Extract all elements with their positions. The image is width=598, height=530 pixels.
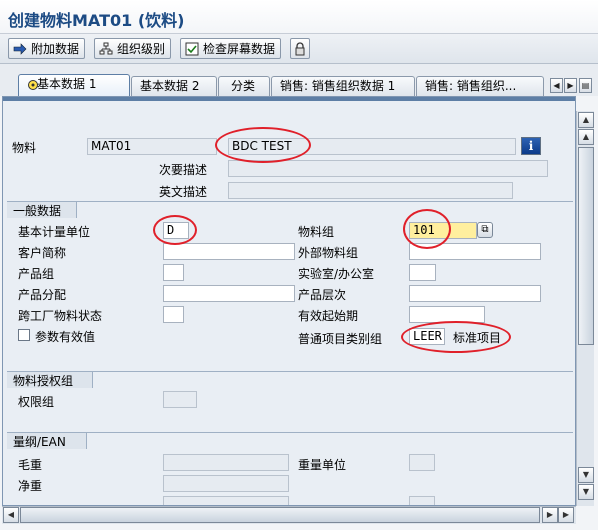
- check-screen-data-button[interactable]: 检查屏幕数据: [180, 38, 282, 59]
- customer-abbr-field[interactable]: [163, 243, 295, 260]
- material-number-field: MAT01: [87, 138, 217, 155]
- vertical-scrollbar[interactable]: ▲ ▲ ▼ ▼: [576, 111, 594, 506]
- weight-unit-label: 重量单位: [298, 458, 347, 472]
- volume-field[interactable]: [163, 496, 289, 505]
- scroll-page-up-button[interactable]: ▲: [578, 129, 594, 145]
- product-group-label: 产品组: [18, 267, 55, 281]
- volume-unit-field[interactable]: [409, 496, 435, 505]
- info-button[interactable]: i: [521, 137, 541, 155]
- secondary-description-label: 次要描述: [159, 163, 208, 177]
- horizontal-scroll-thumb[interactable]: [20, 507, 540, 523]
- check-screen-icon: [185, 42, 199, 56]
- net-weight-field[interactable]: [163, 475, 289, 492]
- material-group-field[interactable]: 101: [409, 222, 477, 239]
- secondary-description-field: [228, 160, 548, 177]
- param-effectivity-label: 参数有效值: [35, 330, 96, 344]
- general-data-title: 一般数据: [7, 201, 77, 218]
- weight-unit-field[interactable]: [409, 454, 435, 471]
- basic-data-panel: 物料 MAT01 BDC TEST i 次要描述 英文描述 一般数据 基本计量单…: [2, 96, 576, 506]
- scroll-left-button[interactable]: ◀: [3, 507, 19, 523]
- tab-classification-label: 分类: [231, 79, 256, 93]
- cross-plant-status-field[interactable]: [163, 306, 184, 323]
- tab-classification[interactable]: 分类: [218, 76, 270, 96]
- cross-plant-status-label: 跨工厂物料状态: [18, 309, 103, 323]
- dimensions-title: 量纲/EAN: [7, 432, 87, 449]
- net-weight-label: 净重: [18, 479, 43, 493]
- arrow-right-icon: [13, 42, 27, 56]
- param-effectivity-checkbox[interactable]: [18, 329, 30, 341]
- lab-office-label: 实验室/办公室: [298, 267, 375, 281]
- material-group-label: 物料组: [298, 225, 335, 239]
- panel-top-border: [3, 97, 575, 101]
- tab-basic-data-1-label: 基本数据 1: [37, 77, 97, 91]
- product-group-field[interactable]: [163, 264, 184, 281]
- scroll-right-end-button[interactable]: ▶: [558, 507, 574, 523]
- base-uom-field[interactable]: D: [163, 222, 189, 239]
- product-allocation-label: 产品分配: [18, 288, 67, 302]
- horizontal-scrollbar[interactable]: ◀ ▶ ▶: [2, 506, 576, 524]
- additional-data-label: 附加数据: [31, 42, 80, 56]
- english-description-field: [228, 182, 513, 199]
- gross-weight-field[interactable]: [163, 454, 289, 471]
- product-allocation-field[interactable]: [163, 285, 295, 302]
- window-title-bar: 创建物料MAT01 (饮料): [0, 0, 598, 34]
- auth-group-label: 权限组: [18, 395, 55, 409]
- tab-sales-org-data-1-label: 销售: 销售组织数据 1: [280, 79, 396, 93]
- external-material-group-label: 外部物料组: [298, 246, 359, 260]
- gen-item-cat-group-field[interactable]: LEER: [409, 328, 445, 345]
- org-levels-button[interactable]: 组织级别: [94, 38, 172, 59]
- english-description-label: 英文描述: [159, 185, 208, 199]
- dimensions-divider: [7, 432, 573, 433]
- customer-abbr-label: 客户简称: [18, 246, 67, 260]
- tab-basic-data-2[interactable]: 基本数据 2: [131, 76, 217, 96]
- valid-from-label: 有效起始期: [298, 309, 359, 323]
- tab-basic-data-2-label: 基本数据 2: [140, 79, 200, 93]
- product-hierarchy-field[interactable]: [409, 285, 541, 302]
- tab-marker-icon: [28, 80, 38, 90]
- gross-weight-label: 毛重: [18, 458, 43, 472]
- tab-scroll-left-button[interactable]: ◀: [550, 78, 563, 93]
- org-levels-label: 组织级别: [117, 42, 166, 56]
- tab-sales-org-data-1[interactable]: 销售: 销售组织数据 1: [271, 76, 415, 96]
- scroll-up-button[interactable]: ▲: [578, 112, 594, 128]
- window-title: 创建物料MAT01 (饮料): [8, 11, 185, 30]
- valid-from-field[interactable]: [409, 306, 485, 323]
- tab-sales-org-data-2[interactable]: 销售: 销售组织...: [416, 76, 544, 96]
- vertical-scroll-thumb[interactable]: [578, 147, 594, 345]
- material-label: 物料: [12, 141, 37, 155]
- general-data-divider: [7, 201, 573, 202]
- search-help-button[interactable]: ⧉: [477, 222, 493, 238]
- scroll-page-down-button[interactable]: ▼: [578, 467, 594, 483]
- auth-group-field[interactable]: [163, 391, 197, 408]
- gen-item-cat-group-label: 普通项目类别组: [298, 332, 383, 346]
- check-screen-data-label: 检查屏幕数据: [203, 42, 276, 56]
- lock-icon: [293, 41, 307, 56]
- lab-office-field[interactable]: [409, 264, 436, 281]
- base-uom-label: 基本计量单位: [18, 225, 91, 239]
- gen-item-cat-group-text: 标准项目: [453, 331, 502, 345]
- application-toolbar: 附加数据 组织级别 检查屏幕数据: [0, 34, 598, 64]
- material-description-field[interactable]: BDC TEST: [228, 138, 516, 155]
- authorization-title: 物料授权组: [7, 371, 93, 388]
- product-hierarchy-label: 产品层次: [298, 288, 347, 302]
- external-material-group-field[interactable]: [409, 243, 541, 260]
- org-hierarchy-icon: [99, 42, 113, 56]
- tab-list-button[interactable]: ▤: [579, 78, 592, 93]
- lock-button[interactable]: [290, 38, 310, 59]
- additional-data-button[interactable]: 附加数据: [8, 38, 86, 59]
- scroll-right-button[interactable]: ▶: [542, 507, 558, 523]
- tab-sales-org-data-2-label: 销售: 销售组织...: [425, 79, 517, 93]
- scroll-down-button[interactable]: ▼: [578, 484, 594, 500]
- tab-strip: 基本数据 1 基本数据 2 分类 销售: 销售组织数据 1 销售: 销售组织..…: [0, 64, 598, 96]
- tab-scroll-right-button[interactable]: ▶: [564, 78, 577, 93]
